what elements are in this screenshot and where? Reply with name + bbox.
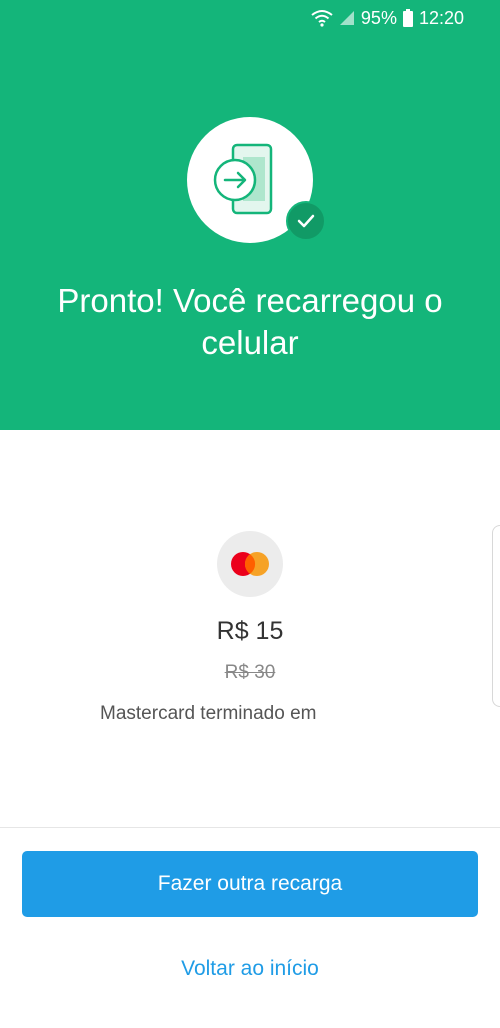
- recharge-price: R$ 15: [216, 617, 284, 645]
- card-brand-badge: [217, 531, 283, 597]
- check-icon: [297, 214, 315, 228]
- success-title: Pronto! Você recarregou o celular: [57, 282, 443, 361]
- divider: [0, 827, 500, 828]
- success-check-badge: [286, 201, 326, 241]
- status-bar: 95% 12:20: [311, 4, 464, 32]
- side-scroll-handle[interactable]: [492, 525, 500, 707]
- payment-method-text: Mastercard terminado em: [100, 703, 317, 724]
- battery-percentage: 95%: [360, 7, 397, 28]
- success-header: 95% 12:20 Pronto! Você recarregou o celu…: [0, 0, 500, 430]
- clock: 12:20: [418, 7, 464, 28]
- wifi-icon: [311, 9, 333, 27]
- original-price: R$ 30: [224, 662, 276, 683]
- signal-icon: [339, 10, 355, 26]
- back-home-link[interactable]: Voltar ao início: [0, 957, 500, 981]
- mastercard-icon: [231, 552, 269, 576]
- battery-icon: [402, 9, 413, 27]
- new-recharge-button[interactable]: Fazer outra recarga: [22, 851, 478, 917]
